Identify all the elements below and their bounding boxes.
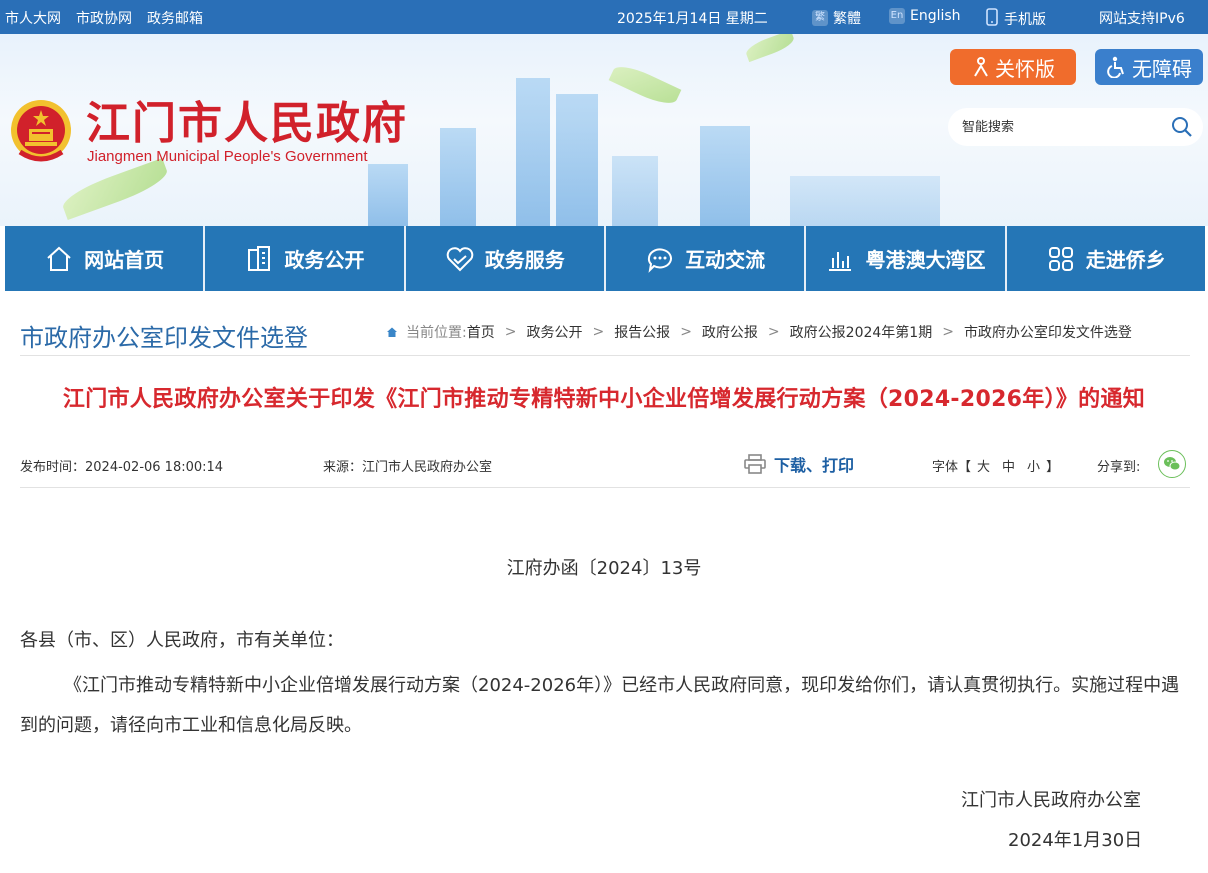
download-print-label: 下载、打印 [774,456,855,475]
signature: 江门市人民政府办公室 [961,790,1141,811]
accessibility-button[interactable]: 无障碍 [1095,49,1203,85]
divider [20,355,1190,356]
mobile-icon [985,8,999,30]
top-links: 市人大网 市政协网 政务邮箱 [5,8,203,28]
search-icon[interactable] [1171,116,1193,138]
breadcrumb-issue[interactable]: 政府公报2024年第1期 [790,322,933,342]
nav-label: 政务公开 [284,248,365,272]
grid-apps-icon [1048,246,1073,271]
home-icon [47,246,71,271]
ipv6-label: 网站支持IPv6 [1099,11,1185,27]
site-header: 江门市人民政府 Jiangmen Municipal People's Gove… [0,34,1208,226]
english-link[interactable]: En English [889,8,961,24]
skyline-building [556,94,598,226]
document-number: 江府办函〔2024〕13号 [506,558,702,579]
salutation: 各县（市、区）人民政府，市有关单位： [20,630,344,651]
breadcrumb-home[interactable]: 首页 [467,322,495,342]
font-size-close: 】 [1046,460,1060,475]
site-subtitle: Jiangmen Municipal People's Government [87,148,368,165]
accessibility-label: 无障碍 [1132,56,1192,81]
publish-time: 发布时间：2024-02-06 18:00:14 [20,460,224,475]
breadcrumb-lead: 当前位置: [406,325,467,341]
search-box [948,108,1203,146]
mobile-link[interactable]: 手机版 [985,8,1046,30]
nav-label: 网站首页 [84,248,165,272]
breadcrumb-gov-affairs[interactable]: 政务公开 [526,322,582,342]
english-icon: En [889,8,905,24]
link-cppcc[interactable]: 市政协网 [76,8,132,28]
breadcrumb: 当前位置: 首页 > 政务公开 > 报告公报 > 政府公报 > 政府公报2024… [386,322,1132,342]
search-input[interactable] [962,117,1162,137]
breadcrumb-reports[interactable]: 报告公报 [614,322,670,342]
skyline-building [612,156,658,226]
building-icon [248,245,271,271]
nav-label: 走进侨乡 [1085,248,1166,272]
chat-bubble-icon [648,247,673,273]
font-size-label: 字体【 [932,460,972,475]
skyline-building [700,126,750,226]
nav-interaction[interactable]: 互动交流 [606,226,807,291]
printer-icon [744,454,766,474]
traditional-chinese-link[interactable]: 繁 繁體 [812,8,861,28]
divider [20,487,1190,488]
mobile-label: 手机版 [1004,12,1046,28]
care-mode-label: 关怀版 [995,56,1055,81]
nav-home[interactable]: 网站首页 [5,226,206,291]
current-date: 2025年1月14日 星期二 [617,11,768,27]
main-nav: 网站首页 政务公开 政务服务 互动交流 粤港澳大湾区 走进侨乡 [5,226,1205,291]
skyline-building [440,128,476,226]
decor-leaf [58,157,172,221]
handshake-heart-icon [446,246,474,271]
font-small-button[interactable]: 小 [1027,460,1040,475]
font-size-control: 字体【大中小】 [932,456,1059,475]
link-npc[interactable]: 市人大网 [5,8,61,28]
breadcrumb-separator: > [592,324,605,340]
nav-label: 粤港澳大湾区 [865,248,986,272]
decor-leaf [743,34,797,63]
breadcrumb-current[interactable]: 市政府办公室印发文件选登 [964,322,1132,342]
article-source: 来源：江门市人民政府办公室 [323,460,493,475]
download-print-button[interactable]: 下载、打印 [744,452,854,476]
breadcrumb-gazette[interactable]: 政府公报 [702,322,758,342]
body-paragraph: 《江门市推动专精特新中小企业倍增发展行动方案（2024-2026年）》已经市人民… [20,675,1180,736]
breadcrumb-separator: > [942,324,954,340]
skyline-building [368,164,408,226]
font-large-button[interactable]: 大 [977,460,990,475]
breadcrumb-separator: > [504,324,517,340]
wechat-share-button[interactable] [1158,450,1186,478]
top-bar: 市人大网 市政协网 政务邮箱 2025年1月14日 星期二 繁 繁體 En En… [0,0,1208,34]
english-label: English [910,8,961,24]
breadcrumb-separator: > [767,324,780,340]
section-title: 市政府办公室印发文件选登 [20,324,308,352]
breadcrumb-separator: > [680,324,692,340]
nav-gov-affairs[interactable]: 政务公开 [205,226,406,291]
wheelchair-icon [1107,56,1124,78]
nav-hometown[interactable]: 走进侨乡 [1007,226,1205,291]
article-title: 江门市人民政府办公室关于印发《江门市推动专精特新中小企业倍增发展行动方案（202… [62,387,1146,412]
traditional-label: 繁體 [833,11,861,27]
care-person-icon [974,57,988,77]
bar-chart-icon [829,251,852,271]
sign-date: 2024年1月30日 [1008,830,1143,851]
skyline-bridge [790,176,940,226]
home-small-icon [387,327,397,337]
nav-greater-bay[interactable]: 粤港澳大湾区 [806,226,1007,291]
wechat-icon [1164,457,1181,471]
skyline-building [516,78,550,226]
nav-label: 互动交流 [685,248,766,272]
nav-label: 政务服务 [484,248,565,272]
decor-leaf [608,60,682,110]
site-title: 江门市人民政府 [86,98,408,149]
nav-gov-service[interactable]: 政务服务 [406,226,606,291]
share-label: 分享到: [1097,460,1141,475]
font-medium-button[interactable]: 中 [1002,460,1015,475]
link-email[interactable]: 政务邮箱 [147,8,203,28]
national-emblem-icon [11,100,71,162]
traditional-icon: 繁 [812,10,828,26]
care-mode-button[interactable]: 关怀版 [950,49,1076,85]
